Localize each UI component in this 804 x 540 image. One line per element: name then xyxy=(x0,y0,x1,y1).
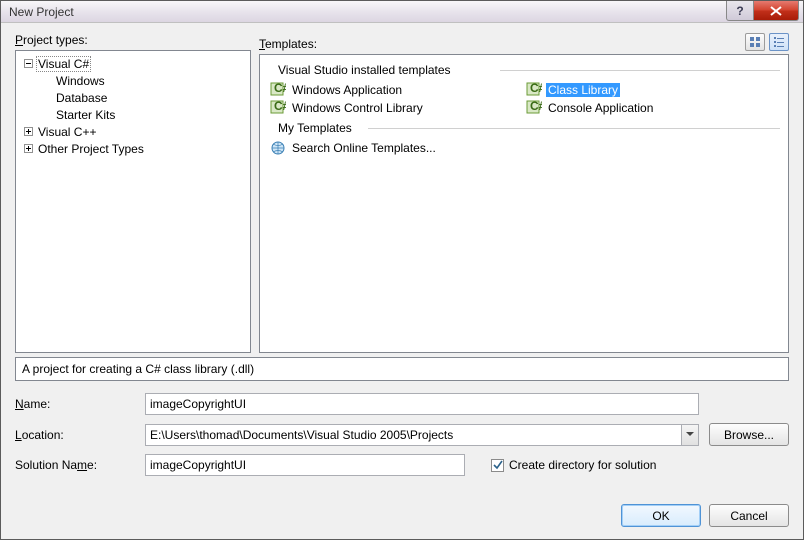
project-types-pane: Project types: Visual C# Windows xyxy=(15,33,251,353)
titlebar[interactable]: New Project ? xyxy=(1,1,803,23)
solution-name-label: Solution Name: xyxy=(15,458,135,472)
template-search-online[interactable]: Search Online Templates... xyxy=(268,139,780,157)
small-icons-icon xyxy=(773,36,785,48)
name-input[interactable] xyxy=(145,393,699,415)
project-types-label: Project types: xyxy=(15,33,251,47)
template-group-my: My Templates xyxy=(268,119,780,137)
close-button[interactable] xyxy=(753,1,799,21)
csharp-project-icon: C# xyxy=(270,100,286,116)
view-buttons xyxy=(745,33,789,51)
svg-text:C#: C# xyxy=(530,100,542,113)
template-windows-control-library[interactable]: C# Windows Control Library xyxy=(268,99,524,117)
browse-button[interactable]: Browse... xyxy=(709,423,789,446)
tree-item-windows[interactable]: Windows xyxy=(36,72,248,89)
templates-label: Templates: xyxy=(259,37,745,51)
collapse-icon[interactable] xyxy=(22,58,34,70)
cancel-button[interactable]: Cancel xyxy=(709,504,789,527)
ok-button[interactable]: OK xyxy=(621,504,701,527)
tree-children-csharp: Windows Database Starter Kits xyxy=(18,72,248,123)
large-icons-button[interactable] xyxy=(745,33,765,51)
small-icons-button[interactable] xyxy=(769,33,789,51)
template-label: Windows Application xyxy=(290,83,404,97)
close-icon xyxy=(770,6,782,16)
globe-icon xyxy=(270,140,286,156)
templates-list[interactable]: Visual Studio installed templates C# Win… xyxy=(259,54,789,353)
tree-label: Windows xyxy=(54,74,107,88)
template-console-application[interactable]: C# Console Application xyxy=(524,99,780,117)
template-label: Windows Control Library xyxy=(290,101,425,115)
help-button[interactable]: ? xyxy=(726,1,754,21)
tree-item-starter-kits[interactable]: Starter Kits xyxy=(36,106,248,123)
new-project-dialog: New Project ? Project types: Visual C# xyxy=(0,0,804,540)
expand-icon[interactable] xyxy=(22,126,34,138)
solution-name-input[interactable] xyxy=(145,454,465,476)
template-group-installed: Visual Studio installed templates xyxy=(268,61,780,79)
name-label: Name: xyxy=(15,397,135,411)
template-class-library[interactable]: C# Class Library xyxy=(524,81,780,99)
upper-panes: Project types: Visual C# Windows xyxy=(15,33,789,353)
tree-label: Visual C++ xyxy=(36,125,98,139)
csharp-project-icon: C# xyxy=(526,82,542,98)
template-label: Class Library xyxy=(546,83,620,97)
chevron-down-icon xyxy=(686,432,694,437)
template-row: C# Windows Application C# Windows Contro… xyxy=(268,81,780,117)
location-dropdown-button[interactable] xyxy=(681,424,699,446)
templates-pane: Templates: Visual Studio installed templ… xyxy=(259,33,789,353)
tree-label: Starter Kits xyxy=(54,108,117,122)
tree-label: Other Project Types xyxy=(36,142,146,156)
dialog-footer: OK Cancel xyxy=(15,504,789,527)
check-icon xyxy=(493,460,503,470)
template-label: Console Application xyxy=(546,101,655,115)
dialog-body: Project types: Visual C# Windows xyxy=(1,23,803,539)
svg-text:C#: C# xyxy=(274,100,286,113)
tree-item-database[interactable]: Database xyxy=(36,89,248,106)
tree-item-visual-cpp[interactable]: Visual C++ xyxy=(18,123,248,140)
templates-header: Templates: xyxy=(259,33,789,51)
location-label: Location: xyxy=(15,428,135,442)
create-directory-checkbox[interactable]: Create directory for solution xyxy=(491,458,656,472)
project-form: Name: Location: Browse... Solution Name:… xyxy=(15,393,789,476)
template-label: Search Online Templates... xyxy=(290,141,438,155)
project-types-tree[interactable]: Visual C# Windows Database xyxy=(15,50,251,353)
template-description: A project for creating a C# class librar… xyxy=(15,357,789,381)
window-title: New Project xyxy=(9,5,727,19)
expand-icon[interactable] xyxy=(22,143,34,155)
tree-item-visual-csharp[interactable]: Visual C# xyxy=(18,55,248,72)
csharp-project-icon: C# xyxy=(526,100,542,116)
template-windows-application[interactable]: C# Windows Application xyxy=(268,81,524,99)
solution-row: Create directory for solution xyxy=(145,454,699,476)
svg-text:C#: C# xyxy=(530,82,542,95)
tree-item-other-project-types[interactable]: Other Project Types xyxy=(18,140,248,157)
svg-text:C#: C# xyxy=(274,82,286,95)
tree-label: Database xyxy=(54,91,109,105)
location-input[interactable] xyxy=(145,424,681,446)
window-buttons: ? xyxy=(727,1,799,21)
large-icons-icon xyxy=(749,36,761,48)
checkbox-icon xyxy=(491,459,504,472)
create-directory-label: Create directory for solution xyxy=(509,458,656,472)
csharp-project-icon: C# xyxy=(270,82,286,98)
location-combobox[interactable] xyxy=(145,424,699,446)
tree-label: Visual C# xyxy=(36,56,91,72)
